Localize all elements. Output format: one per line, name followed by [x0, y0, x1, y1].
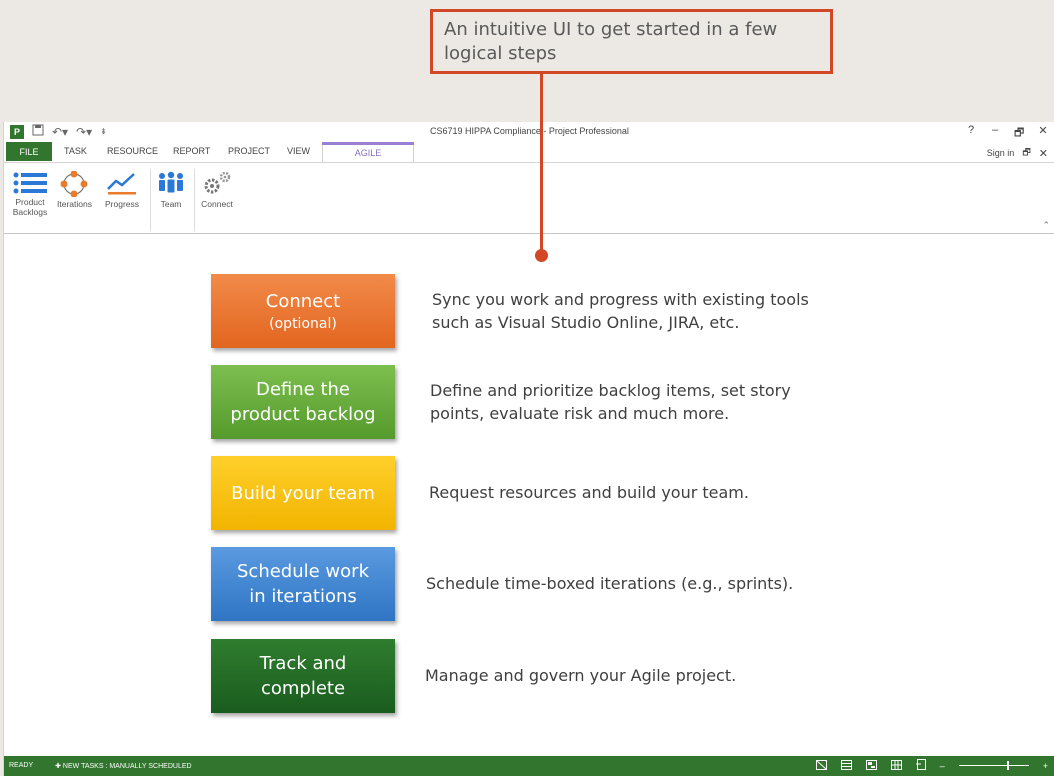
description-line: Sync you work and progress with existing…	[432, 290, 809, 309]
zoom-slider-handle[interactable]	[1006, 761, 1009, 770]
tab-agile-highlight	[322, 142, 414, 145]
resource-sheet-icon[interactable]	[890, 759, 902, 772]
team-button[interactable]: Team	[157, 171, 185, 209]
step-title-line2: complete	[260, 678, 346, 699]
step-track-complete-description: Manage and govern your Agile project.	[425, 664, 736, 687]
tab-view[interactable]: VIEW	[287, 146, 310, 156]
chart-line-icon	[107, 173, 136, 195]
step-build-team[interactable]: Build your team	[211, 456, 395, 530]
step-connect-description: Sync you work and progress with existing…	[432, 288, 809, 334]
project-app-icon[interactable]: P	[10, 124, 24, 139]
status-left: READY ✚ NEW TASKS : MANUALLY SCHEDULED	[9, 762, 192, 770]
close-document-button[interactable]: ✕	[1039, 147, 1048, 160]
description-line: points, evaluate risk and much more.	[430, 404, 730, 423]
team-planner-icon[interactable]	[865, 759, 877, 772]
task-usage-icon[interactable]	[815, 759, 827, 772]
callout-dot	[535, 249, 548, 262]
new-tasks-mode[interactable]: ✚ NEW TASKS : MANUALLY SCHEDULED	[55, 762, 191, 770]
step-title: Build your team	[231, 482, 375, 504]
callout-text: An intuitive UI to get started in a few …	[444, 19, 778, 64]
window-title: CS6719 HIPPA Compliance - Project Profes…	[430, 126, 629, 136]
quick-access-toolbar: P ↶▾ ↷▾ ⇟	[10, 124, 107, 139]
account-area: Sign in 🗗 ✕	[987, 145, 1048, 161]
people-icon	[159, 171, 183, 193]
tab-task[interactable]: TASK	[64, 146, 87, 156]
tab-agile[interactable]: AGILE	[322, 143, 414, 163]
zoom-out-button[interactable]: –	[940, 761, 945, 771]
report-view-icon[interactable]	[915, 759, 926, 772]
step-title: Define the	[255, 379, 351, 400]
description-line: such as Visual Studio Online, JIRA, etc.	[432, 313, 740, 332]
restore-button[interactable]: 🗗	[1014, 124, 1024, 143]
ribbon-display-icon[interactable]: 🗗	[1022, 145, 1030, 161]
ribbon-tabs: FILE TASK RESOURCE REPORT PROJECT VIEW A…	[4, 142, 1054, 163]
team-label: Team	[160, 199, 182, 209]
ribbon-separator	[150, 169, 151, 231]
iterations-button[interactable]: Iterations	[57, 171, 92, 209]
minimize-button[interactable]: –	[990, 124, 1000, 143]
callout-connector	[540, 74, 543, 256]
step-subtitle: (optional)	[269, 315, 337, 332]
status-right: – +	[815, 759, 1048, 772]
customize-toolbar-icon[interactable]: ⇟	[100, 127, 107, 136]
zoom-slider[interactable]	[958, 761, 1029, 770]
sign-in-link[interactable]: Sign in	[987, 148, 1015, 158]
step-title-line2: product backlog	[230, 404, 376, 425]
progress-button[interactable]: Progress	[105, 171, 139, 209]
step-title-line2: in iterations	[249, 586, 357, 607]
step-title: Track and	[259, 653, 347, 674]
status-bar: READY ✚ NEW TASKS : MANUALLY SCHEDULED –	[4, 756, 1054, 776]
product-backlogs-button[interactable]: Product Backlogs	[10, 171, 50, 217]
status-ready: READY	[9, 762, 34, 769]
step-define-backlog[interactable]: Define the product backlog	[211, 365, 395, 439]
description-line: Schedule time-boxed iterations (e.g., sp…	[426, 574, 794, 593]
undo-icon[interactable]: ↶▾	[52, 125, 68, 139]
title-bar: P ↶▾ ↷▾ ⇟ CS6719 HIPPA Compliance - Proj…	[4, 122, 1054, 142]
progress-label: Progress	[105, 199, 140, 209]
cycle-icon	[60, 171, 88, 197]
step-build-team-description: Request resources and build your team.	[429, 481, 749, 504]
step-title: Schedule work	[237, 561, 369, 582]
tab-resource[interactable]: RESOURCE	[107, 146, 158, 156]
ribbon-separator	[194, 169, 195, 231]
ribbon-agile: Product Backlogs Iterations Progress Tea…	[4, 162, 1054, 234]
redo-icon[interactable]: ↷▾	[76, 125, 92, 139]
gears-icon	[204, 171, 231, 194]
step-connect[interactable]: Connect (optional)	[211, 274, 395, 348]
list-icon	[13, 172, 47, 194]
iterations-label: Iterations	[57, 199, 92, 209]
zoom-in-button[interactable]: +	[1043, 761, 1048, 771]
close-button[interactable]: ✕	[1038, 124, 1048, 143]
step-title: Connect	[265, 290, 341, 312]
step-schedule-work[interactable]: Schedule work in iterations	[211, 547, 395, 621]
description-line: Request resources and build your team.	[429, 483, 749, 502]
tab-report[interactable]: REPORT	[173, 146, 210, 156]
gantt-view-icon[interactable]	[840, 759, 852, 772]
window-controls: ? – 🗗 ✕	[966, 124, 1048, 143]
step-schedule-work-description: Schedule time-boxed iterations (e.g., sp…	[426, 572, 793, 595]
project-window: P ↶▾ ↷▾ ⇟ CS6719 HIPPA Compliance - Proj…	[3, 122, 1054, 776]
product-backlogs-label: Product Backlogs	[12, 197, 48, 217]
connect-button[interactable]: Connect	[201, 171, 233, 209]
tab-project[interactable]: PROJECT	[228, 146, 270, 156]
description-line: Manage and govern your Agile project.	[425, 666, 737, 685]
description-line: Define and prioritize backlog items, set…	[430, 381, 791, 400]
step-track-complete[interactable]: Track and complete	[211, 639, 395, 713]
connect-label: Connect	[201, 199, 233, 209]
collapse-ribbon-icon[interactable]: ⌃	[1042, 220, 1050, 231]
save-icon[interactable]	[32, 124, 44, 139]
step-define-backlog-description: Define and prioritize backlog items, set…	[430, 379, 791, 425]
callout-box: An intuitive UI to get started in a few …	[430, 9, 833, 74]
tab-file[interactable]: FILE	[6, 142, 52, 161]
help-button[interactable]: ?	[966, 124, 976, 143]
